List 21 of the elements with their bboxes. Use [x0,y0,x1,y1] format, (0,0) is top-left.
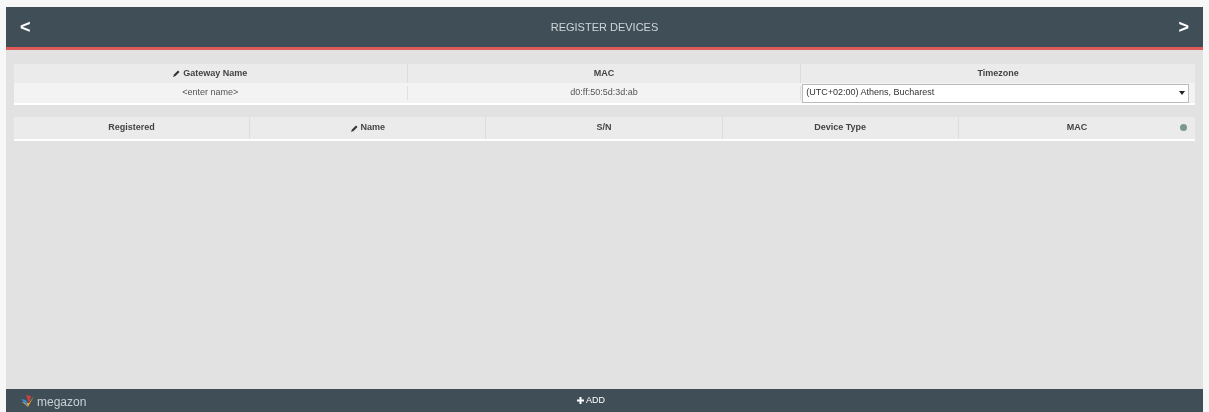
page-title: REGISTER DEVICES [550,19,659,35]
brand-name: megazon [37,395,87,408]
column-label: Device Type [814,121,867,135]
gateway-name-field[interactable]: <enter name> [14,86,408,100]
column-menu-icon[interactable] [1180,124,1187,131]
logo-icon [20,393,36,408]
timezone-value: (UTC+02:00) Athens, Bucharest [806,86,935,100]
column-label: MAC [593,66,615,80]
column-label: Registered [108,121,155,135]
back-button[interactable]: < [20,13,31,41]
column-label: S/N [596,121,612,135]
column-label: Gateway Name [183,66,248,80]
add-button[interactable]: ADD [577,393,605,408]
next-button[interactable]: > [1178,13,1189,41]
column-label: Name [360,121,386,135]
timezone-select[interactable]: (UTC+02:00) Athens, Bucharest [802,83,1189,103]
table-cell: d0:ff:50:5d:3d:ab [407,86,802,100]
column-label: MAC [1066,121,1088,135]
column-label: Timezone [977,66,1019,80]
dropdown-arrow-icon [1179,91,1185,95]
plus-icon [577,397,584,404]
